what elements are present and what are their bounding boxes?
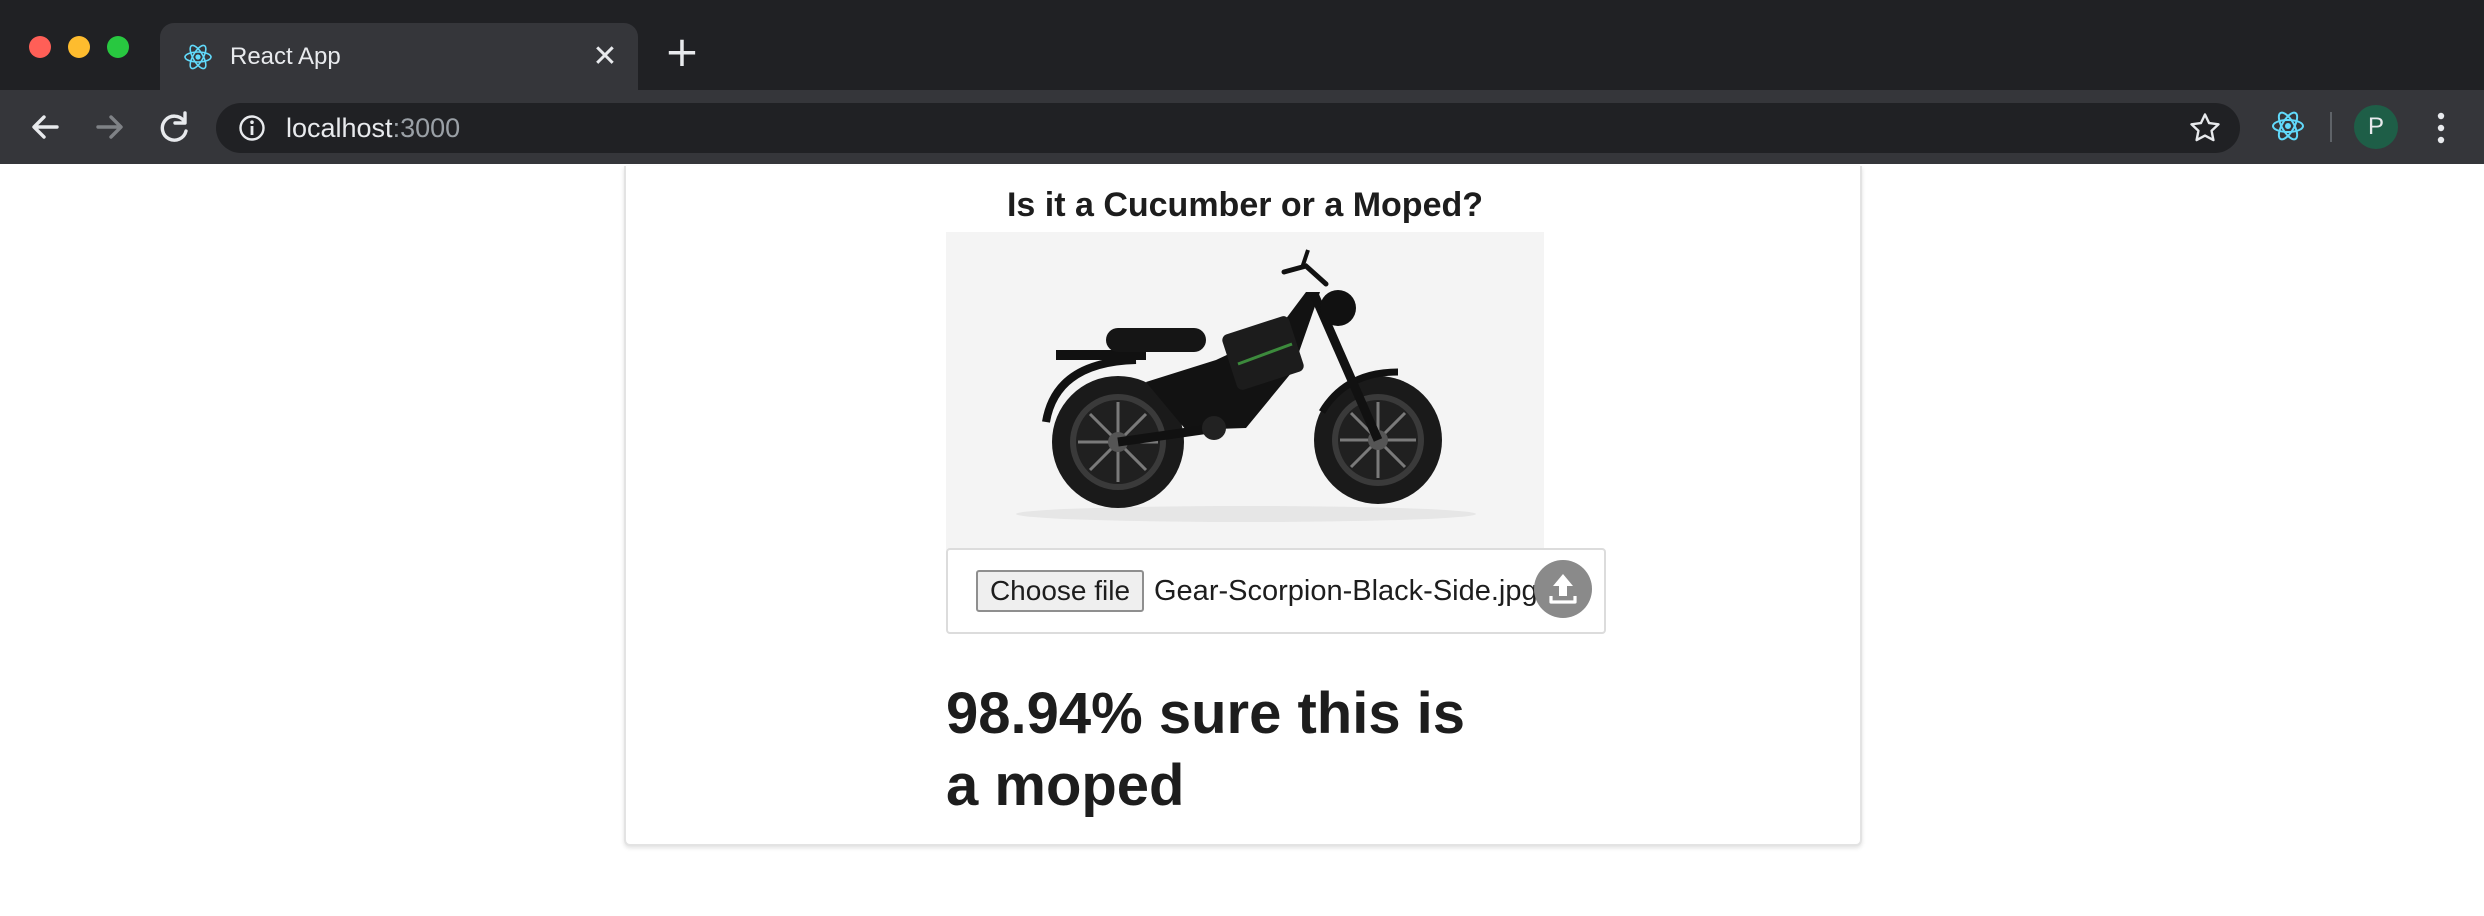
address-bar[interactable]: localhost:3000	[216, 103, 2240, 153]
upload-form: Choose file Gear-Scorpion-Black-Side.jpg	[946, 548, 1606, 634]
url-text: localhost:3000	[286, 113, 460, 143]
toolbar-separator	[2330, 112, 2332, 142]
window-close-button[interactable]	[29, 36, 51, 58]
back-arrow-icon[interactable]	[25, 107, 65, 147]
window-minimize-button[interactable]	[68, 36, 90, 58]
prediction-result: 98.94% sure this is a moped	[946, 681, 1466, 818]
tab-title: React App	[230, 43, 341, 70]
browser-toolbar: localhost:3000 P	[0, 90, 2484, 164]
close-icon[interactable]: ✕	[588, 40, 622, 74]
moped-image	[946, 232, 1544, 550]
tab-strip: React App ✕ +	[0, 0, 2484, 90]
star-icon[interactable]	[2188, 111, 2222, 145]
page-title: Is it a Cucumber or a Moped?	[1006, 186, 1484, 224]
reload-icon[interactable]	[154, 107, 194, 147]
forward-arrow-icon[interactable]	[90, 107, 130, 147]
new-tab-button[interactable]: +	[662, 31, 702, 74]
choose-file-button[interactable]: Choose file	[976, 570, 1144, 612]
profile-avatar[interactable]: P	[2354, 105, 2398, 149]
url-host: localhost	[286, 113, 393, 143]
selected-file-name: Gear-Scorpion-Black-Side.jpg	[1154, 575, 1538, 607]
window-zoom-button[interactable]	[107, 36, 129, 58]
more-vertical-icon[interactable]	[2426, 108, 2456, 148]
react-icon	[182, 41, 214, 73]
browser-window: React App ✕ + localhost:3000 P Is it a C…	[0, 0, 2484, 916]
page-viewport: Is it a Cucumber or a Moped? Choose file…	[0, 164, 2484, 916]
react-devtools-icon[interactable]	[2268, 106, 2308, 146]
info-icon[interactable]	[238, 114, 266, 142]
classifier-card: Is it a Cucumber or a Moped? Choose file…	[624, 166, 1862, 846]
url-port: :3000	[392, 113, 461, 143]
tab-react-app[interactable]: React App ✕	[160, 23, 638, 90]
upload-icon[interactable]	[1534, 560, 1592, 618]
